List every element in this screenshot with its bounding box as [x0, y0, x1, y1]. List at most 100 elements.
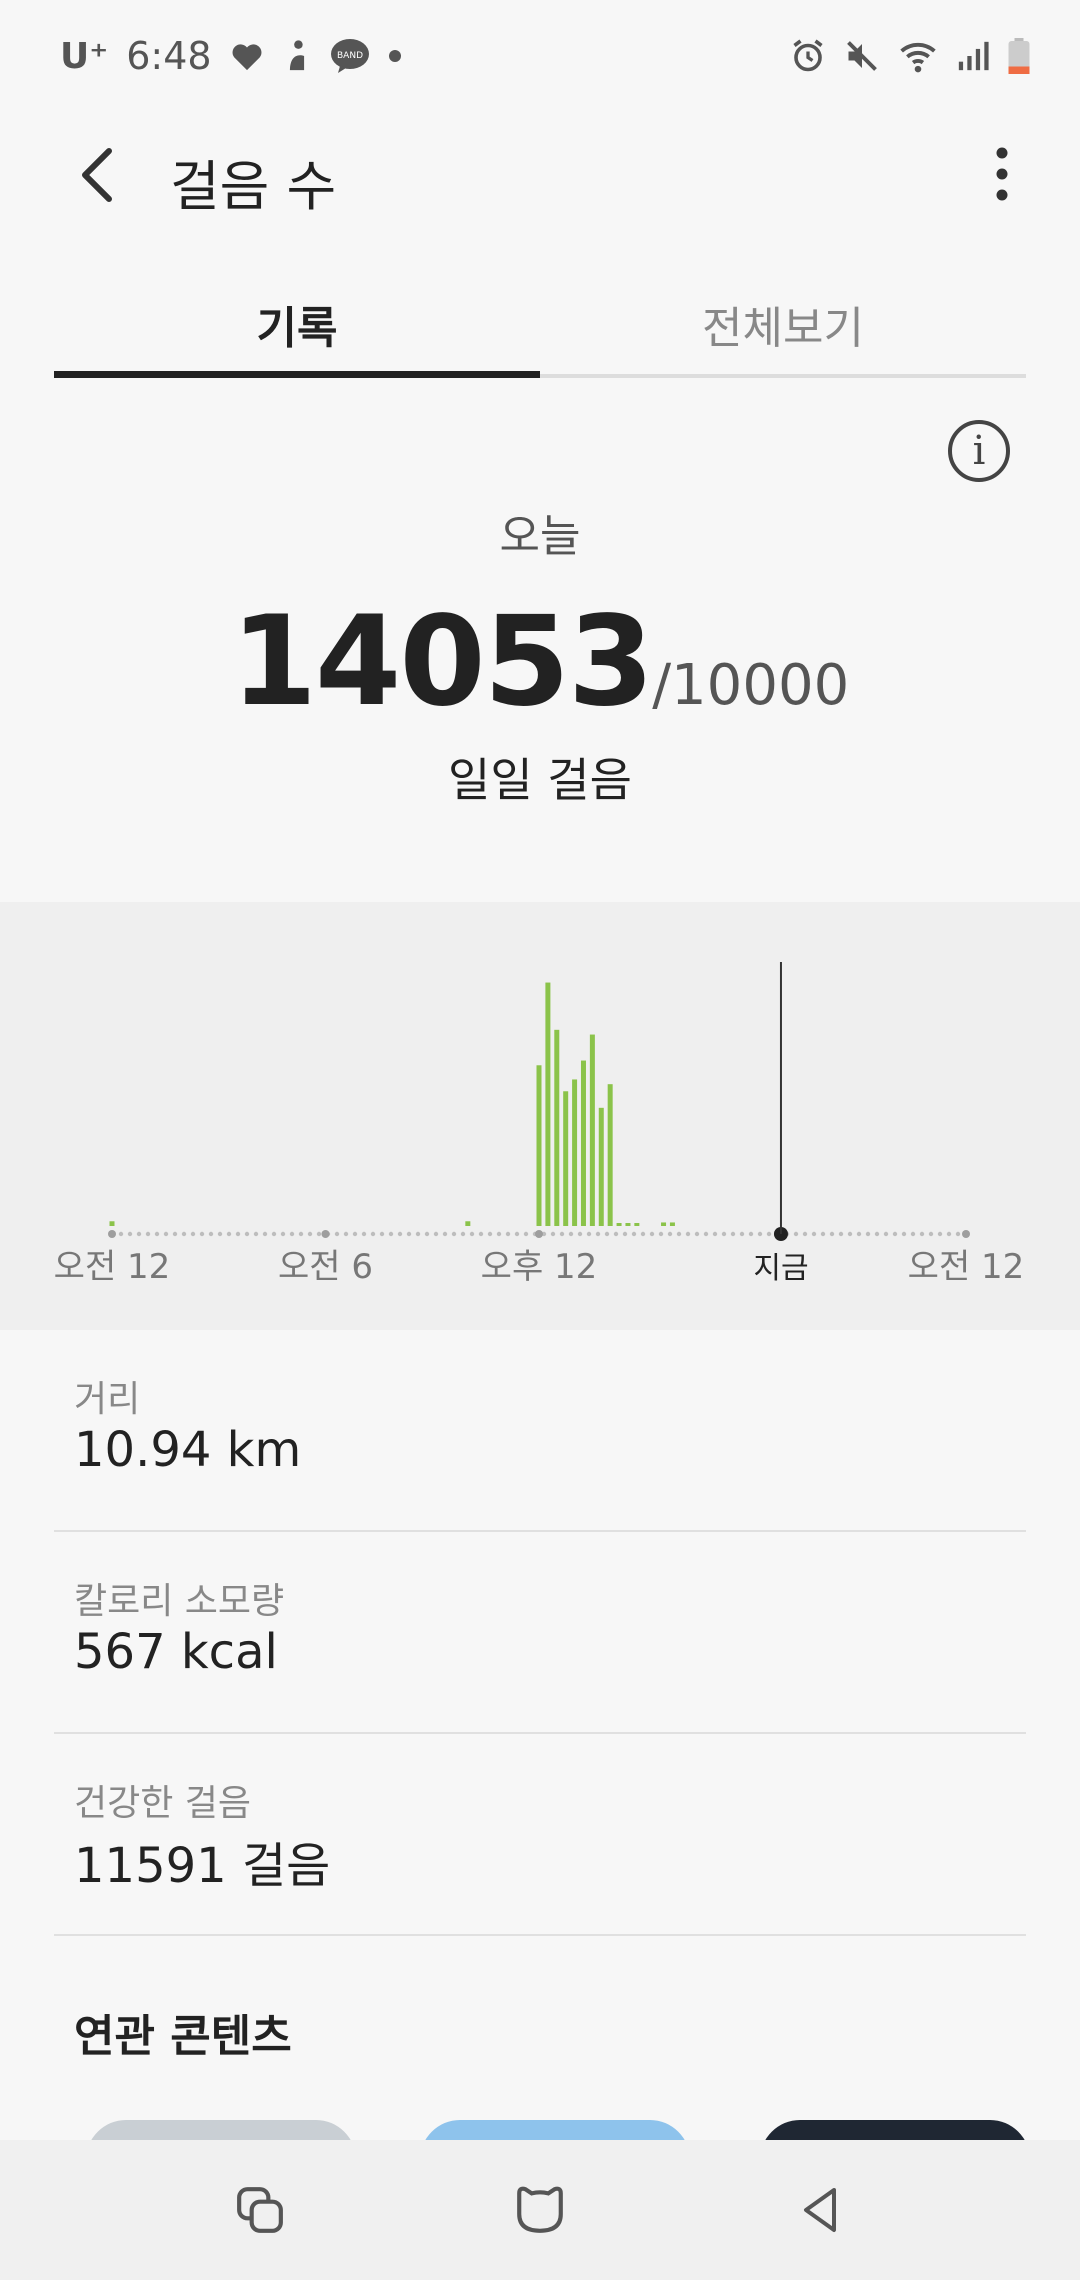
back-arrow-icon — [82, 148, 112, 202]
axis-dot — [406, 1231, 412, 1237]
axis-dot — [631, 1231, 637, 1237]
related-card[interactable] — [760, 2120, 1030, 2140]
axis-dot — [217, 1231, 223, 1237]
axis-dot — [712, 1231, 718, 1237]
axis-dot — [820, 1231, 826, 1237]
axis-dot — [280, 1231, 286, 1237]
recent-apps-button[interactable] — [220, 2170, 300, 2250]
axis-dot — [253, 1231, 259, 1237]
home-icon — [517, 2186, 563, 2233]
back-button[interactable] — [62, 140, 132, 210]
axis-dot — [226, 1231, 232, 1237]
axis-dot — [352, 1231, 358, 1237]
chart-bar — [580, 1060, 586, 1226]
related-cards — [0, 2120, 1080, 2140]
axis-dot — [856, 1231, 862, 1237]
related-card[interactable] — [86, 2120, 356, 2140]
tab-overview-label: 전체보기 — [702, 303, 864, 354]
axis-dot — [442, 1231, 448, 1237]
activity-icon — [282, 39, 312, 73]
axis-dot — [703, 1231, 709, 1237]
chart-bar — [616, 1223, 622, 1226]
info-button[interactable]: i — [948, 420, 1010, 482]
chart-bar — [554, 1029, 560, 1226]
axis-dot — [748, 1231, 754, 1237]
back-icon — [804, 2188, 836, 2232]
x-tick-label: 오전 12 — [54, 1247, 171, 1287]
x-tick-label: 오전 6 — [278, 1247, 373, 1287]
axis-dot — [514, 1231, 520, 1237]
axis-dot — [235, 1231, 241, 1237]
axis-dot — [658, 1231, 664, 1237]
related-card[interactable] — [420, 2120, 690, 2140]
chart-bar — [572, 1079, 578, 1226]
stat-label: 건강한 걸음 — [74, 1783, 252, 1824]
x-tick-label: 오전 12 — [908, 1247, 1025, 1287]
axis-dot — [478, 1231, 484, 1237]
stat-calories: 칼로리 소모량 567 kcal — [54, 1532, 1026, 1734]
axis-dot — [568, 1231, 574, 1237]
axis-dot — [919, 1231, 925, 1237]
axis-dot — [487, 1231, 493, 1237]
axis-dot — [289, 1231, 295, 1237]
now-label: 지금 — [753, 1251, 808, 1286]
chart-bar — [634, 1223, 640, 1226]
axis-dot — [640, 1231, 646, 1237]
axis-dot — [604, 1231, 610, 1237]
axis-dot — [874, 1231, 880, 1237]
axis-dot — [370, 1231, 376, 1237]
app-bar: 걸음 수 — [0, 112, 1080, 236]
axis-dot — [757, 1231, 763, 1237]
axis-dot — [685, 1231, 691, 1237]
stat-value: 10.94 km — [74, 1422, 302, 1478]
tab-record[interactable]: 기록 — [54, 270, 540, 378]
axis-dot — [469, 1231, 475, 1237]
home-button[interactable] — [500, 2170, 580, 2250]
axis-dot — [199, 1231, 205, 1237]
axis-dot — [271, 1231, 277, 1237]
info-icon: i — [972, 428, 986, 474]
axis-dot — [433, 1231, 439, 1237]
axis-dot — [118, 1231, 124, 1237]
axis-dot — [838, 1231, 844, 1237]
axis-dot — [334, 1231, 340, 1237]
axis-dot — [154, 1231, 160, 1237]
axis-dot — [811, 1231, 817, 1237]
axis-dot — [955, 1231, 961, 1237]
more-options-button[interactable] — [964, 136, 1040, 212]
steps-chart[interactable]: 오전 12 오전 6 오후 12 지금 오전 12 — [0, 902, 1080, 1330]
axis-dot — [883, 1231, 889, 1237]
period-label: 오늘 — [499, 511, 581, 562]
axis-dot — [892, 1231, 898, 1237]
axis-dot — [847, 1231, 853, 1237]
tab-overview[interactable]: 전체보기 — [540, 270, 1026, 378]
axis-dot — [946, 1231, 952, 1237]
carrier-label: U⁺ — [60, 35, 109, 77]
nav-back-button[interactable] — [780, 2170, 860, 2250]
axis-dot — [379, 1231, 385, 1237]
axis-dot — [127, 1231, 133, 1237]
axis-dot — [307, 1231, 313, 1237]
status-right — [790, 38, 1030, 74]
tick-marker — [962, 1230, 970, 1238]
axis-dot — [793, 1231, 799, 1237]
chart-bar — [607, 1084, 613, 1226]
axis-dot — [550, 1231, 556, 1237]
system-nav-bar — [0, 2140, 1080, 2280]
more-vert-icon — [996, 147, 1008, 201]
tab-indicator — [54, 371, 540, 378]
chart-svg: 오전 12 오전 6 오후 12 지금 오전 12 — [54, 962, 1025, 1287]
tick-marker — [535, 1230, 543, 1238]
recent-apps-icon — [237, 2187, 283, 2233]
tab-bar: 기록 전체보기 — [54, 270, 1026, 378]
axis-dot — [298, 1231, 304, 1237]
chart-bar — [545, 982, 551, 1226]
clock: 6:48 — [126, 34, 212, 78]
axis-dot — [397, 1231, 403, 1237]
chart-bar — [536, 1065, 542, 1226]
stat-value: 567 kcal — [74, 1624, 278, 1680]
axis-dot — [730, 1231, 736, 1237]
mute-icon — [844, 38, 880, 74]
axis-dot — [586, 1231, 592, 1237]
dot-icon — [388, 49, 402, 63]
